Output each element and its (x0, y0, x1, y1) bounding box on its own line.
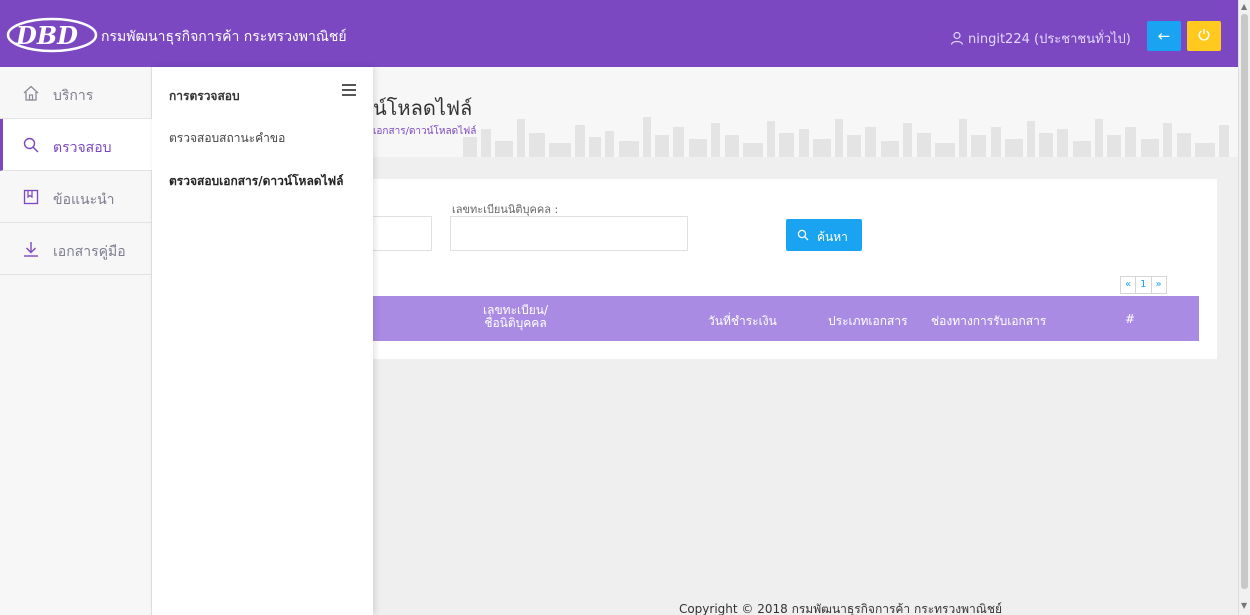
breadcrumb[interactable]: เอกสาร/ดาวน์โหลดไฟล์ (373, 124, 476, 139)
sidebar-item-check[interactable]: ตรวจสอบ (0, 119, 152, 171)
sidebar-item-manuals[interactable]: เอกสารคู่มือ (0, 223, 152, 275)
page-title: น์โหลดไฟล์ (373, 96, 473, 120)
home-icon (23, 85, 39, 101)
scroll-down-arrow[interactable]: ▼ (1241, 601, 1247, 610)
column-header-payment-date[interactable]: วันที่ชำระเงิน (708, 312, 777, 331)
bookmark-icon (23, 189, 39, 205)
footer-copyright: Copyright © 2018 กรมพัฒนาธุรกิจการค้า กร… (678, 602, 1003, 615)
pagination-next[interactable]: » (1152, 277, 1166, 293)
sidebar-item-label: ข้อแนะนำ (53, 192, 115, 208)
registration-number-input[interactable] (450, 216, 688, 251)
search-field-partial[interactable] (373, 216, 432, 251)
arrow-left-icon: ← (1157, 27, 1171, 45)
results-table-header: เลขทะเบียน/ ชื่อนิติบุคคล วันที่ชำระเงิน… (373, 296, 1199, 341)
city-skyline-decoration (463, 117, 1229, 157)
menu-icon[interactable] (342, 84, 356, 96)
column-header-delivery-channel[interactable]: ช่องทางการรับเอกสาร (931, 312, 1046, 331)
search-icon (23, 137, 39, 153)
sidebar-item-services[interactable]: บริการ (0, 67, 152, 119)
page-scrollbar[interactable]: ▲ ▼ (1238, 0, 1250, 615)
scroll-thumb[interactable] (1241, 14, 1248, 589)
top-bar: DBD กรมพัฒนาธุรกิจการค้า กระทรวงพาณิชย์ … (0, 0, 1238, 67)
svg-text:DBD: DBD (15, 21, 78, 50)
scroll-up-arrow[interactable]: ▲ (1241, 2, 1247, 11)
pagination-page-1[interactable]: 1 (1136, 277, 1152, 293)
submenu-item-documents-download[interactable]: ตรวจสอบเอกสาร/ดาวน์โหลดไฟล์ (169, 172, 343, 191)
column-header-actions: # (1125, 312, 1136, 326)
sidebar-item-guide[interactable]: ข้อแนะนำ (0, 171, 152, 223)
sidebar-item-label: บริการ (53, 88, 94, 104)
pagination-prev[interactable]: « (1121, 277, 1137, 293)
search-button[interactable]: ค้นหา (786, 219, 862, 251)
sidebar: บริการ ตรวจสอบ ข้อแนะนำ เอกสารคู่มือ (0, 67, 152, 615)
power-icon (1198, 28, 1210, 41)
back-button[interactable]: ← (1147, 21, 1181, 51)
pagination: « 1 » (1120, 276, 1167, 294)
search-button-label: ค้นหา (817, 230, 848, 244)
dbd-logo[interactable]: DBD (6, 17, 98, 53)
column-header-registration[interactable]: เลขทะเบียน/ ชื่อนิติบุคคล (483, 304, 548, 330)
user-icon (950, 31, 964, 45)
sidebar-item-label: ตรวจสอบ (53, 140, 112, 156)
submenu-item-request-status[interactable]: ตรวจสอบสถานะคำขอ (169, 129, 285, 148)
org-name: กรมพัฒนาธุรกิจการค้า กระทรวงพาณิชย์ (101, 29, 347, 45)
page-heading-band (373, 67, 1238, 157)
download-icon (24, 242, 38, 257)
search-icon (797, 229, 809, 241)
user-name: ningit224 (ประชาชนทั่วไป) (968, 32, 1131, 47)
sidebar-item-label: เอกสารคู่มือ (53, 244, 126, 260)
logout-button[interactable] (1187, 21, 1221, 51)
check-submenu-panel: การตรวจสอบ ตรวจสอบสถานะคำขอ ตรวจสอบเอกสา… (152, 67, 373, 615)
column-header-document-type[interactable]: ประเภทเอกสาร (828, 312, 908, 331)
user-menu[interactable]: ningit224 (ประชาชนทั่วไป) (950, 28, 1131, 49)
submenu-title: การตรวจสอบ (169, 89, 240, 103)
